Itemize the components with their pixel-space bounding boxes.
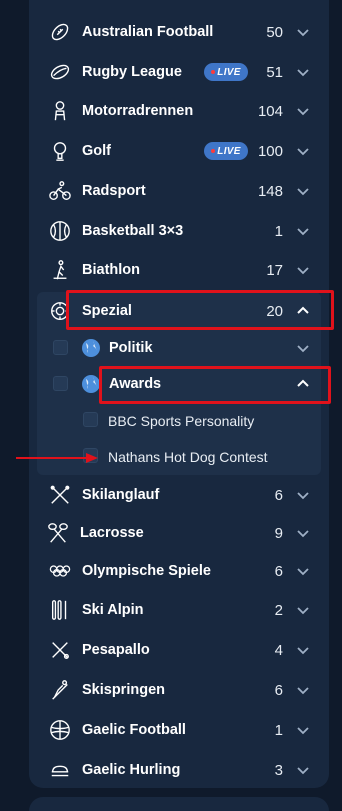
event-count: 9 [274, 524, 283, 542]
sport-row-motorradrennen[interactable]: Motorradrennen 104 [29, 91, 329, 131]
chevron-down-icon[interactable] [295, 24, 311, 40]
sport-row-gaelic-hurling[interactable]: Gaelic Hurling 3 [29, 750, 329, 790]
sport-row-gaelic-football[interactable]: Gaelic Football 1 [29, 710, 329, 750]
motorbike-rider-icon [49, 100, 71, 122]
sport-label: Biathlon [82, 262, 140, 278]
sport-label: Rugby League [82, 64, 182, 80]
sport-label: Gaelic Football [82, 722, 186, 738]
sport-label: Golf [82, 143, 111, 159]
sport-row-skispringen[interactable]: Skispringen 6 [29, 670, 329, 710]
chevron-down-icon[interactable] [295, 487, 311, 503]
sport-label: Gaelic Hurling [82, 762, 181, 778]
chevron-down-icon[interactable] [295, 762, 311, 778]
hurling-icon [49, 759, 71, 781]
basketball-icon [49, 220, 71, 242]
sport-row-australian-football[interactable]: Australian Football 50 [29, 12, 329, 52]
event-count: 4 [274, 641, 283, 659]
highlight-box-awards [99, 366, 331, 404]
event-count: 1 [274, 721, 283, 739]
chevron-down-icon[interactable] [295, 682, 311, 698]
politik-checkbox[interactable] [53, 340, 68, 355]
sport-row-basketball-3x3[interactable]: Basketball 3×3 1 [29, 211, 329, 251]
subcategory-label: Politik [109, 340, 153, 356]
sport-row-biathlon[interactable]: Biathlon 17 [29, 250, 329, 290]
chevron-down-icon[interactable] [295, 223, 311, 239]
award-item-bbc-sports-personality[interactable]: BBC Sports Personality [37, 402, 321, 438]
event-count: 2 [274, 601, 283, 619]
cyclist-icon [49, 180, 71, 202]
gaelic-football-icon [49, 719, 71, 741]
sport-row-golf[interactable]: Golf LIVE 100 [29, 131, 329, 171]
live-badge: LIVE [204, 142, 248, 160]
ski-jumping-icon [49, 679, 71, 701]
sport-row-lacrosse[interactable]: Lacrosse 9 [29, 513, 329, 553]
chevron-down-icon[interactable] [295, 143, 311, 159]
chevron-down-icon[interactable] [295, 103, 311, 119]
sport-label: Lacrosse [80, 525, 144, 541]
event-count: 104 [257, 102, 283, 120]
sport-row-skilanglauf[interactable]: Skilanglauf 6 [29, 475, 329, 515]
award-item-checkbox[interactable] [83, 412, 98, 427]
event-count: 6 [274, 681, 283, 699]
olympic-rings-icon [49, 560, 71, 582]
american-football-icon [49, 21, 71, 43]
event-count: 17 [266, 261, 283, 279]
event-count: 148 [257, 182, 283, 200]
sport-label: Olympische Spiele [82, 563, 211, 579]
sport-label: Australian Football [82, 24, 214, 40]
chevron-down-icon[interactable] [295, 262, 311, 278]
event-count: 6 [274, 486, 283, 504]
event-count: 51 [266, 63, 283, 81]
next-panel [29, 797, 329, 811]
chevron-down-icon[interactable] [295, 340, 311, 356]
lacrosse-icon [47, 522, 69, 544]
sport-row-ski-alpin[interactable]: Ski Alpin 2 [29, 590, 329, 630]
sport-label: Motorradrennen [82, 103, 194, 119]
sport-row-radsport[interactable]: Radsport 148 [29, 171, 329, 211]
sport-label: Radsport [82, 183, 146, 199]
subcategory-politik[interactable]: Politik [37, 330, 321, 366]
pesapallo-icon [49, 639, 71, 661]
sport-row-olympische-spiele[interactable]: Olympische Spiele 6 [29, 551, 329, 591]
event-count: 3 [274, 761, 283, 779]
live-badge: LIVE [204, 63, 248, 81]
globe-icon [81, 374, 101, 394]
event-count: 6 [274, 562, 283, 580]
sport-row-pesapallo[interactable]: Pesapallo 4 [29, 630, 329, 670]
award-item-label: Nathans Hot Dog Contest [108, 449, 268, 465]
chevron-down-icon[interactable] [295, 642, 311, 658]
chevron-down-icon[interactable] [295, 183, 311, 199]
red-arrow-icon [16, 453, 98, 463]
sport-label: Basketball 3×3 [82, 223, 184, 239]
chevron-down-icon[interactable] [295, 722, 311, 738]
awards-checkbox[interactable] [53, 376, 68, 391]
alpine-ski-icon [49, 599, 71, 621]
sport-label: Ski Alpin [82, 602, 144, 618]
chevron-down-icon[interactable] [295, 563, 311, 579]
event-count: 50 [266, 23, 283, 41]
globe-icon [81, 338, 101, 358]
rugby-ball-icon [49, 61, 71, 83]
sport-label: Skilanglauf [82, 487, 160, 503]
chevron-down-icon[interactable] [295, 602, 311, 618]
cross-country-ski-icon [49, 484, 71, 506]
biathlon-icon [49, 259, 71, 281]
sport-row-rugby-league[interactable]: Rugby League LIVE 51 [29, 52, 329, 92]
sport-label: Pesapallo [82, 642, 150, 658]
chevron-down-icon[interactable] [295, 64, 311, 80]
chevron-down-icon[interactable] [295, 525, 311, 541]
event-count: 100 [257, 142, 283, 160]
event-count: 1 [274, 222, 283, 240]
highlight-box-spezial [66, 290, 334, 330]
golf-icon [49, 140, 71, 162]
award-item-label: BBC Sports Personality [108, 413, 255, 429]
sport-label: Skispringen [82, 682, 165, 698]
